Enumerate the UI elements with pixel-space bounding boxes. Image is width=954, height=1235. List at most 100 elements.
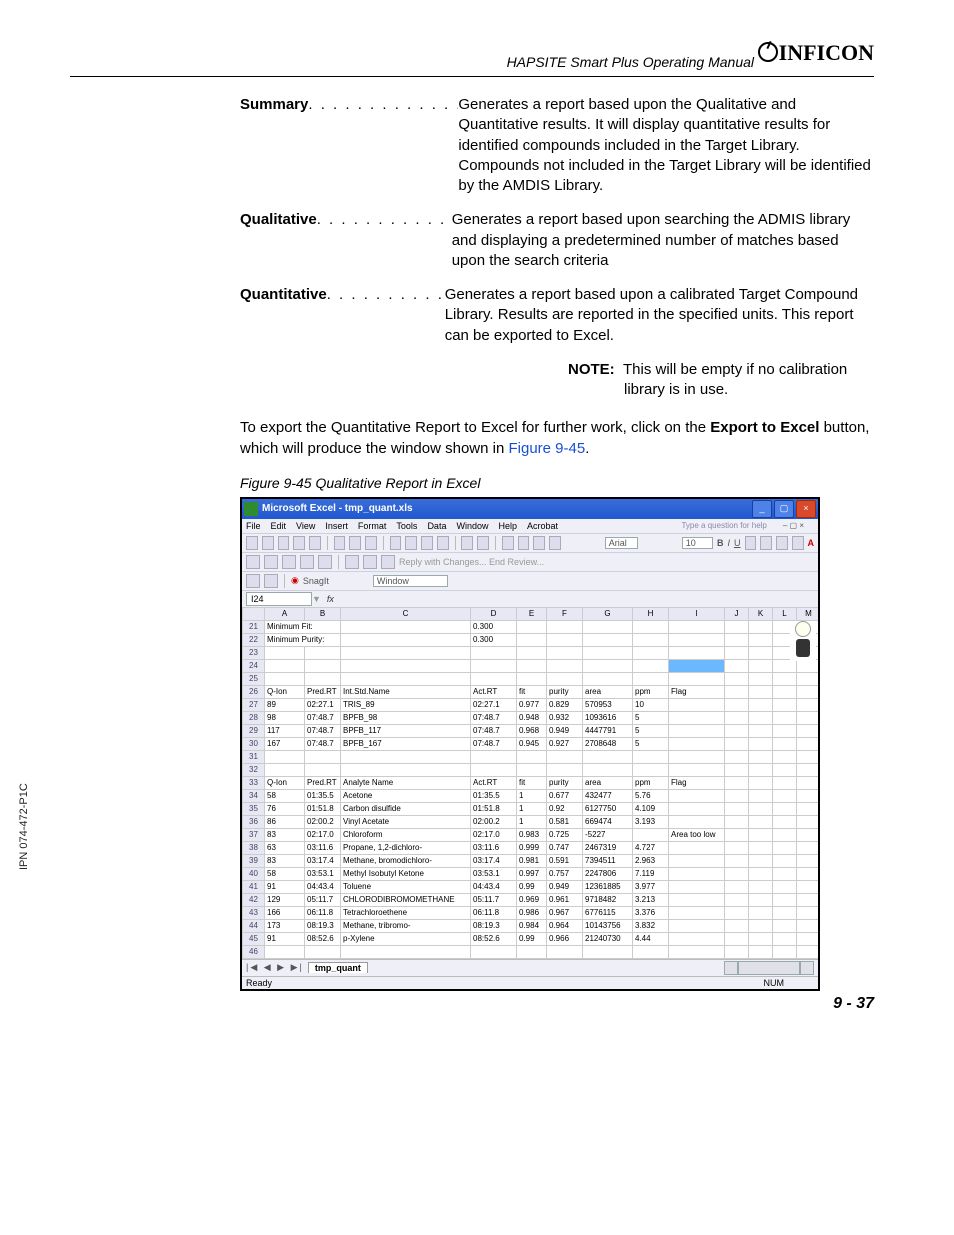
- cell[interactable]: [749, 633, 773, 646]
- cell[interactable]: 02:27.1: [471, 698, 517, 711]
- rev-icon[interactable]: [363, 555, 377, 569]
- cell[interactable]: CHLORODIBROMOMETHANE: [341, 893, 471, 906]
- row-header[interactable]: 28: [243, 711, 265, 724]
- bold-icon[interactable]: B: [717, 538, 724, 548]
- cell[interactable]: 04:43.4: [471, 880, 517, 893]
- cell[interactable]: 3.832: [633, 919, 669, 932]
- cell[interactable]: [773, 893, 797, 906]
- cell[interactable]: [341, 620, 471, 633]
- cell[interactable]: [797, 854, 819, 867]
- cell[interactable]: [773, 802, 797, 815]
- row-header[interactable]: 21: [243, 620, 265, 633]
- cell[interactable]: [797, 698, 819, 711]
- tab-nav-icons[interactable]: |◀ ◀ ▶ ▶|: [246, 962, 304, 973]
- cell[interactable]: [341, 633, 471, 646]
- cell[interactable]: 5: [633, 737, 669, 750]
- cell[interactable]: Minimum Purity:: [265, 633, 341, 646]
- cell[interactable]: area: [583, 776, 633, 789]
- cell[interactable]: 02:27.1: [305, 698, 341, 711]
- save-icon[interactable]: [293, 536, 305, 550]
- cell[interactable]: [725, 724, 749, 737]
- cell[interactable]: [583, 750, 633, 763]
- cell[interactable]: Analyte Name: [341, 776, 471, 789]
- cell[interactable]: [797, 828, 819, 841]
- cell[interactable]: 0.829: [547, 698, 583, 711]
- cell[interactable]: [669, 646, 725, 659]
- cell[interactable]: 0.725: [547, 828, 583, 841]
- row-header[interactable]: 33: [243, 776, 265, 789]
- cell[interactable]: [797, 724, 819, 737]
- cell[interactable]: [749, 880, 773, 893]
- undo-icon[interactable]: [461, 536, 473, 550]
- spreadsheet-grid[interactable]: ABCDEFGHIJKLM21Minimum Fit:0.30022Minimu…: [242, 607, 818, 959]
- cell[interactable]: [669, 763, 725, 776]
- col-header[interactable]: C: [341, 607, 471, 620]
- cell[interactable]: 03:11.6: [305, 841, 341, 854]
- cell[interactable]: 01:35.5: [305, 789, 341, 802]
- cell[interactable]: [547, 750, 583, 763]
- rev-icon[interactable]: [300, 555, 314, 569]
- cell[interactable]: 0.677: [547, 789, 583, 802]
- row-header[interactable]: 31: [243, 750, 265, 763]
- cell[interactable]: 2.963: [633, 854, 669, 867]
- cell[interactable]: [749, 685, 773, 698]
- cell[interactable]: [773, 789, 797, 802]
- row-header[interactable]: 22: [243, 633, 265, 646]
- row-header[interactable]: 46: [243, 945, 265, 958]
- cell[interactable]: [633, 659, 669, 672]
- cell[interactable]: [725, 737, 749, 750]
- cell[interactable]: Area too low: [669, 828, 725, 841]
- cell[interactable]: ppm: [633, 776, 669, 789]
- cell[interactable]: 91: [265, 880, 305, 893]
- cell[interactable]: [547, 672, 583, 685]
- cell[interactable]: 173: [265, 919, 305, 932]
- row-header[interactable]: 25: [243, 672, 265, 685]
- cell[interactable]: [749, 620, 773, 633]
- cell[interactable]: Acetone: [341, 789, 471, 802]
- row-header[interactable]: 24: [243, 659, 265, 672]
- close-button[interactable]: ×: [796, 500, 816, 518]
- cell[interactable]: [773, 737, 797, 750]
- cell[interactable]: 83: [265, 828, 305, 841]
- cell[interactable]: 91: [265, 932, 305, 945]
- cell[interactable]: [797, 659, 819, 672]
- cell[interactable]: TRIS_89: [341, 698, 471, 711]
- cell[interactable]: [633, 646, 669, 659]
- cell[interactable]: 02:00.2: [471, 815, 517, 828]
- cell[interactable]: [725, 659, 749, 672]
- cell[interactable]: 0.999: [517, 841, 547, 854]
- rev-icon[interactable]: [264, 555, 278, 569]
- cell[interactable]: [265, 763, 305, 776]
- cell[interactable]: BPFB_167: [341, 737, 471, 750]
- cell[interactable]: [341, 945, 471, 958]
- align-left-icon[interactable]: [745, 536, 757, 550]
- cell[interactable]: [265, 659, 305, 672]
- cell[interactable]: 0.968: [517, 724, 547, 737]
- row-header[interactable]: 45: [243, 932, 265, 945]
- cell[interactable]: [749, 698, 773, 711]
- cell[interactable]: [583, 763, 633, 776]
- cell[interactable]: [797, 906, 819, 919]
- cell[interactable]: [725, 932, 749, 945]
- cell[interactable]: p-Xylene: [341, 932, 471, 945]
- cell[interactable]: 6127750: [583, 802, 633, 815]
- cell[interactable]: 0.969: [517, 893, 547, 906]
- cell[interactable]: 0.977: [517, 698, 547, 711]
- snagit-window-box[interactable]: Window: [373, 575, 448, 587]
- cell[interactable]: 2467319: [583, 841, 633, 854]
- row-header[interactable]: 35: [243, 802, 265, 815]
- col-header[interactable]: G: [583, 607, 633, 620]
- print-icon[interactable]: [334, 536, 346, 550]
- cell[interactable]: [633, 633, 669, 646]
- cell[interactable]: [305, 659, 341, 672]
- col-header[interactable]: E: [517, 607, 547, 620]
- cell[interactable]: fit: [517, 776, 547, 789]
- cell[interactable]: [773, 880, 797, 893]
- cell[interactable]: 0.92: [547, 802, 583, 815]
- cut-icon[interactable]: [390, 536, 402, 550]
- cell[interactable]: [797, 789, 819, 802]
- cell[interactable]: [725, 776, 749, 789]
- cell[interactable]: [669, 906, 725, 919]
- col-header[interactable]: L: [773, 607, 797, 620]
- cell[interactable]: [773, 698, 797, 711]
